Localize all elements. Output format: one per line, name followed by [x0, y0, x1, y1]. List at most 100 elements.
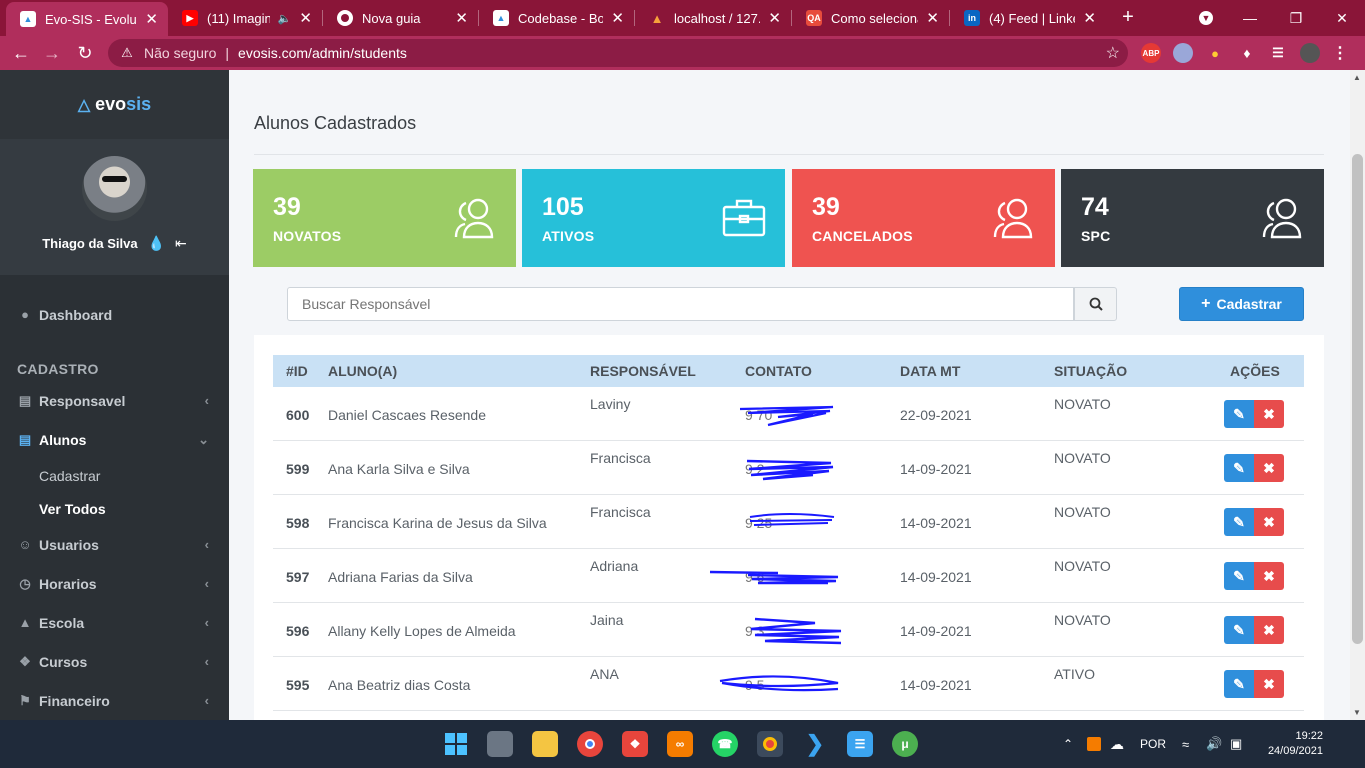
speaker-icon[interactable]: 🔈: [278, 12, 292, 25]
adblock-extension[interactable]: ABP: [1141, 43, 1161, 63]
security-label[interactable]: Não seguro: [144, 45, 216, 61]
back-button[interactable]: ←: [9, 41, 33, 65]
add-student-button[interactable]: + Cadastrar: [1179, 287, 1304, 321]
tab-search-button[interactable]: ▼: [1183, 0, 1229, 36]
profile-avatar[interactable]: [1300, 43, 1320, 63]
puzzle-icon[interactable]: ♦: [1237, 43, 1257, 63]
browser-tab-youtube[interactable]: ▶ (11) ImagineD 🔈 ✕: [168, 0, 322, 36]
edit-button[interactable]: ✎: [1224, 562, 1254, 590]
sidebar-subitem-ver-todos[interactable]: Ver Todos: [0, 492, 229, 525]
reload-button[interactable]: ↻: [73, 41, 97, 65]
close-icon[interactable]: ✕: [1083, 9, 1096, 27]
brand-logo[interactable]: △ evo sis: [0, 70, 229, 139]
vscode-icon[interactable]: ❯: [802, 731, 828, 757]
xampp-tray-icon[interactable]: [1087, 720, 1101, 768]
sidebar-item-financeiro[interactable]: ⚑ Financeiro ‹: [0, 681, 229, 720]
scroll-up-icon[interactable]: ▲: [1353, 73, 1361, 82]
browser-tab-linkedin[interactable]: in (4) Feed | Linked ✕: [950, 0, 1106, 36]
chrome-icon[interactable]: [577, 731, 603, 757]
xampp-icon[interactable]: ∞: [667, 731, 693, 757]
edit-button[interactable]: ✎: [1224, 508, 1254, 536]
close-icon[interactable]: ✕: [455, 9, 468, 27]
windows-start-icon[interactable]: [443, 731, 469, 757]
user-name[interactable]: Thiago da Silva: [42, 236, 137, 251]
delete-button[interactable]: ✖: [1254, 670, 1284, 698]
task-view-icon[interactable]: [487, 731, 513, 757]
stat-card-ativos[interactable]: 105 ATIVOS: [522, 169, 785, 267]
col-data[interactable]: DATA MT: [900, 363, 960, 379]
stat-card-spc[interactable]: 74 SPC: [1061, 169, 1324, 267]
col-situacao[interactable]: SITUAÇÃO: [1054, 363, 1127, 379]
whatsapp-icon[interactable]: ☎: [712, 731, 738, 757]
table-row[interactable]: 600 Daniel Cascaes Resende Laviny 9 70 2…: [273, 387, 1304, 441]
col-responsavel[interactable]: RESPONSÁVEL: [590, 363, 696, 379]
delete-button[interactable]: ✖: [1254, 616, 1284, 644]
restore-button[interactable]: ❐: [1273, 0, 1319, 36]
close-icon[interactable]: ✕: [145, 10, 158, 28]
url-text[interactable]: evosis.com/admin/students: [238, 45, 407, 61]
page-scrollbar[interactable]: ▲ ▼: [1350, 70, 1365, 720]
edit-button[interactable]: ✎: [1224, 670, 1254, 698]
extension-icon[interactable]: ●: [1205, 43, 1225, 63]
star-icon[interactable]: ☆: [1106, 43, 1120, 63]
stat-card-cancelados[interactable]: 39 CANCELADOS: [792, 169, 1055, 267]
warning-icon[interactable]: ⚠: [118, 45, 136, 61]
sidebar-item-cursos[interactable]: ❖ Cursos ‹: [0, 642, 229, 681]
sidebar-item-escola[interactable]: ▲ Escola ‹: [0, 603, 229, 642]
tray-overflow-icon[interactable]: ⌃: [1063, 720, 1073, 768]
close-icon[interactable]: ✕: [299, 9, 312, 27]
table-row[interactable]: 599 Ana Karla Silva e Silva Francisca 9 …: [273, 441, 1304, 495]
browser-tab-nova-guia[interactable]: Nova guia ✕: [323, 0, 478, 36]
logout-icon[interactable]: ⇤: [175, 235, 187, 252]
edit-button[interactable]: ✎: [1224, 400, 1254, 428]
system-clock[interactable]: 19:22 24/09/2021: [1268, 729, 1323, 759]
file-explorer-icon[interactable]: [532, 731, 558, 757]
anydesk-icon[interactable]: ❖: [622, 731, 648, 757]
search-input[interactable]: [287, 287, 1074, 321]
sidebar-item-responsavel[interactable]: ▤ Responsavel ‹: [0, 381, 229, 420]
table-row[interactable]: 597 Adriana Farias da Silva Adriana 9 6 …: [273, 549, 1304, 603]
close-icon[interactable]: ✕: [926, 9, 939, 27]
cloud-icon[interactable]: ☁: [1110, 720, 1124, 768]
extension-circle-icon[interactable]: [1173, 43, 1193, 63]
media-control-icon[interactable]: ☰: [1268, 43, 1288, 63]
edit-button[interactable]: ✎: [1224, 454, 1254, 482]
wifi-icon[interactable]: ≈: [1182, 720, 1189, 768]
col-aluno[interactable]: ALUNO(A): [328, 363, 397, 379]
close-icon[interactable]: ✕: [611, 9, 624, 27]
sidebar-item-horarios[interactable]: ◷ Horarios ‹: [0, 564, 229, 603]
menu-dots-icon[interactable]: ⋮: [1330, 43, 1350, 63]
delete-button[interactable]: ✖: [1254, 508, 1284, 536]
browser-tab-codebase[interactable]: ▲ Codebase - Boots ✕: [479, 0, 634, 36]
delete-button[interactable]: ✖: [1254, 454, 1284, 482]
browser-tab-qa[interactable]: QA Como selecionar ✕: [792, 0, 949, 36]
search-button[interactable]: [1074, 287, 1117, 321]
table-row[interactable]: 598 Francisca Karina de Jesus da Silva F…: [273, 495, 1304, 549]
theme-drop-icon[interactable]: 💧: [148, 235, 165, 252]
sidebar-item-dashboard[interactable]: ● Dashboard: [0, 295, 229, 334]
browser-tab-localhost[interactable]: ▲ localhost / 127.0. ✕: [635, 0, 791, 36]
scroll-down-icon[interactable]: ▼: [1353, 708, 1361, 717]
chrome-profile-icon[interactable]: [757, 731, 783, 757]
close-icon[interactable]: ✕: [768, 9, 781, 27]
utorrent-icon[interactable]: μ: [892, 731, 918, 757]
delete-button[interactable]: ✖: [1254, 400, 1284, 428]
new-tab-button[interactable]: +: [1117, 6, 1139, 28]
table-row[interactable]: 595 Ana Beatriz dias Costa ANA 9 5 14-09…: [273, 657, 1304, 711]
battery-icon[interactable]: ▣: [1230, 720, 1242, 768]
language-indicator[interactable]: POR: [1140, 720, 1166, 768]
window-close-button[interactable]: ✕: [1319, 0, 1365, 36]
volume-icon[interactable]: 🔊: [1206, 720, 1222, 768]
minimize-button[interactable]: —: [1227, 0, 1273, 36]
scrollbar-thumb[interactable]: [1352, 154, 1363, 644]
notepad-icon[interactable]: ☰: [847, 731, 873, 757]
col-id[interactable]: #ID: [286, 363, 308, 379]
address-bar[interactable]: ⚠ Não seguro | evosis.com/admin/students…: [108, 39, 1128, 67]
edit-button[interactable]: ✎: [1224, 616, 1254, 644]
sidebar-item-alunos[interactable]: ▤ Alunos ⌄: [0, 420, 229, 459]
delete-button[interactable]: ✖: [1254, 562, 1284, 590]
table-row[interactable]: 596 Allany Kelly Lopes de Almeida Jaina …: [273, 603, 1304, 657]
col-contato[interactable]: CONTATO: [745, 363, 812, 379]
stat-card-novatos[interactable]: 39 NOVATOS: [253, 169, 516, 267]
sidebar-subitem-cadastrar[interactable]: Cadastrar: [0, 459, 229, 492]
